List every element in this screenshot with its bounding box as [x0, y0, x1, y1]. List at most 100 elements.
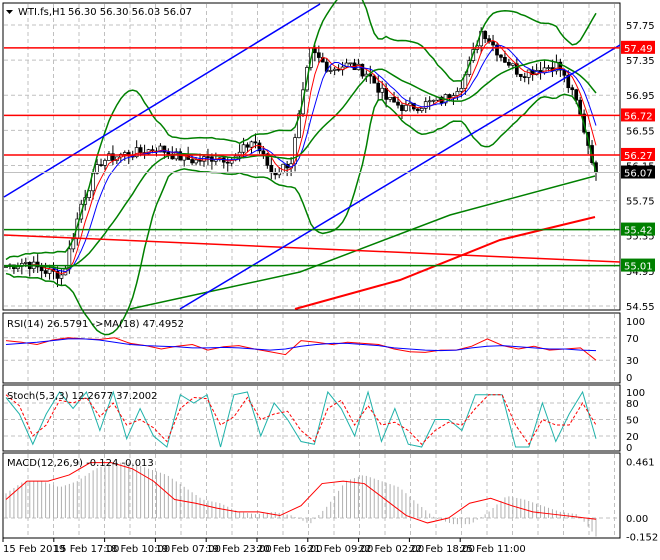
collapse-triangle-icon[interactable] [6, 10, 13, 14]
ohlc-readout: 56.30 56.30 56.03 56.07 [68, 7, 192, 18]
candle-body [241, 144, 246, 153]
candle-body [269, 165, 274, 174]
candle-body [574, 89, 579, 101]
candle-body [316, 52, 321, 58]
last-price-label: 56.07 [624, 169, 653, 180]
level-label: 57.49 [624, 44, 653, 55]
chart-window: 57.7557.3556.9556.5556.1555.7555.3554.95… [0, 0, 660, 560]
price-tick-label: 57.75 [626, 21, 655, 32]
candle-body [499, 54, 503, 58]
candle-body [122, 152, 127, 155]
candle-body [166, 151, 171, 155]
candle-body [95, 164, 99, 174]
macd-signal-line [5, 462, 597, 524]
candle-body [388, 96, 392, 100]
candle-body [380, 87, 385, 93]
candle-body [328, 70, 333, 72]
level-label: 55.42 [624, 226, 653, 237]
candle-body [431, 99, 436, 102]
candle-body [99, 164, 103, 166]
candle-body [522, 76, 527, 78]
macd-tick: 0.461 [626, 457, 655, 468]
candle-body [39, 266, 44, 272]
candle-body [273, 172, 278, 176]
stoch-tick: 50 [626, 416, 639, 427]
chart-canvas[interactable]: 57.7557.3556.9556.5556.1555.7555.3554.95… [0, 0, 660, 560]
time-label: 25 Feb 11:00 [460, 544, 526, 555]
stoch-tick: 0 [626, 443, 632, 454]
trend-line-red [3, 234, 621, 263]
candle-body [518, 73, 523, 77]
candle-body [447, 94, 452, 99]
ma-long-green [129, 175, 596, 310]
candle-body [483, 30, 487, 40]
rsi-line [5, 337, 597, 361]
candle-body [507, 61, 511, 66]
candle-body [47, 268, 52, 274]
candle-body [455, 91, 460, 96]
channel-lower [179, 44, 621, 310]
candle-body [526, 69, 531, 78]
candle-body [23, 261, 28, 264]
macd-tick: -0.152 [626, 533, 658, 544]
candle-body [245, 144, 250, 148]
candle-body [570, 87, 575, 91]
indicator-panels[interactable] [5, 337, 597, 537]
price-tick-label: 56.95 [626, 91, 655, 102]
level-label: 56.72 [624, 111, 653, 122]
price-tick-label: 56.55 [626, 126, 655, 137]
candle-body [404, 104, 408, 112]
candle-body [510, 63, 515, 66]
candle-body [348, 62, 353, 65]
candle-body [503, 57, 507, 63]
stoch-tick: 20 [626, 432, 639, 443]
macd-title: MACD(12,26,9) -0.124 -0.013 [7, 458, 154, 469]
candle-body [138, 147, 143, 153]
candle-body [360, 63, 365, 77]
ma-long-red [294, 216, 596, 310]
rsi-tick: 0 [626, 373, 632, 384]
candle-body [427, 100, 432, 103]
rsi-tick: 30 [626, 356, 639, 367]
candle-body [43, 270, 48, 274]
price-tick-label: 57.35 [626, 56, 655, 67]
candle-body [392, 96, 396, 103]
candle-body [253, 141, 258, 144]
candle-body [225, 161, 230, 164]
stoch-tick: 100 [626, 388, 645, 399]
candle-body [336, 68, 341, 71]
candle-body [103, 160, 107, 166]
candle-body [491, 41, 495, 46]
candle-body [419, 107, 424, 111]
level-label: 56.27 [624, 151, 653, 162]
candle-body [59, 274, 64, 279]
stoch-title: Stoch(5,3,3) 12.2677 37.2002 [7, 391, 158, 402]
stoch-tick: 80 [626, 399, 639, 410]
candle-body [281, 163, 286, 173]
candle-body [194, 159, 198, 164]
price-tick-label: 55.75 [626, 197, 655, 208]
symbol-label: WTI.fs,H1 [18, 7, 66, 18]
rsi-title: RSI(14) 26.5791 ->MA(18) 47.4952 [7, 319, 184, 330]
candle-body [249, 141, 254, 148]
candle-body [415, 108, 420, 111]
candle-body [190, 159, 194, 164]
rsi-tick: 100 [626, 317, 645, 328]
candle-body [396, 101, 400, 106]
candle-body [423, 101, 428, 109]
candle-body [332, 68, 337, 71]
main-price-panel[interactable] [3, 0, 621, 336]
candle-body [376, 82, 381, 93]
candle-body [162, 145, 167, 153]
macd-tick: 0.00 [626, 514, 648, 525]
price-tick-label: 54.55 [626, 302, 655, 313]
candle-body [459, 88, 464, 92]
candle-body [400, 104, 404, 112]
candle-body [206, 156, 210, 158]
level-label: 55.01 [624, 262, 653, 273]
candle-body [384, 87, 388, 100]
rsi-tick: 70 [626, 334, 639, 345]
candle-body [546, 67, 551, 69]
candle-body [261, 150, 266, 155]
candle-body [372, 75, 377, 84]
